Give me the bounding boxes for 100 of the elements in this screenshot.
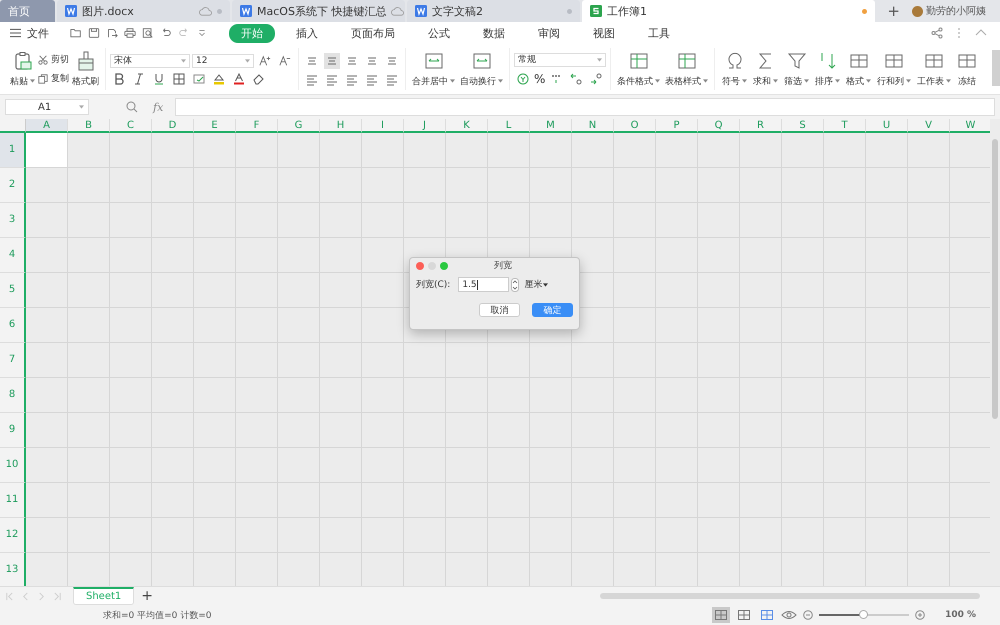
- column-header[interactable]: W: [950, 119, 990, 133]
- ribbon-tab[interactable]: 开始: [229, 24, 275, 42]
- ribbon-button[interactable]: 合并居中: [410, 50, 457, 88]
- folder-icon[interactable]: [70, 27, 82, 39]
- document-tab[interactable]: 文字文稿2: [407, 0, 580, 22]
- print-icon[interactable]: [124, 27, 136, 39]
- document-tab[interactable]: 图片.docx: [57, 0, 230, 22]
- zoom-icon[interactable]: [126, 101, 138, 113]
- ribbon-tab[interactable]: 视图: [581, 24, 627, 42]
- align-icon[interactable]: [324, 52, 340, 68]
- column-header[interactable]: M: [530, 119, 572, 133]
- function-button[interactable]: fx: [153, 100, 164, 114]
- format-painter-button[interactable]: 格式刷: [70, 50, 101, 88]
- column-header[interactable]: Q: [698, 119, 740, 133]
- ribbon-tab[interactable]: 数据: [471, 24, 517, 42]
- column-header[interactable]: C: [110, 119, 152, 133]
- increase-decimal-icon[interactable]: [570, 72, 582, 84]
- bold-icon[interactable]: [113, 72, 125, 84]
- vertical-scrollbar[interactable]: [992, 139, 998, 419]
- ribbon-button[interactable]: 工作表: [914, 50, 954, 88]
- paste-button[interactable]: 粘贴: [8, 50, 37, 88]
- document-tab[interactable]: 工作簿1: [582, 0, 876, 22]
- select-all-corner[interactable]: [0, 119, 26, 133]
- column-header[interactable]: H: [320, 119, 362, 133]
- align-icon[interactable]: [326, 74, 338, 86]
- row-header[interactable]: 6: [0, 308, 26, 343]
- sheet-tab[interactable]: Sheet1: [73, 587, 134, 605]
- column-header[interactable]: K: [446, 119, 488, 133]
- currency-icon[interactable]: [517, 72, 529, 84]
- decrease-font-icon[interactable]: [279, 54, 291, 66]
- ribbon-tab[interactable]: 公式: [416, 24, 462, 42]
- zoom-out-icon[interactable]: [803, 610, 814, 620]
- align-icon[interactable]: [306, 74, 318, 86]
- column-header[interactable]: E: [194, 119, 236, 133]
- document-tab[interactable]: MacOS系统下 快捷键汇总: [232, 0, 405, 22]
- row-header[interactable]: 11: [0, 483, 26, 518]
- row-header[interactable]: 1: [0, 133, 26, 168]
- copy-button[interactable]: 复制: [38, 72, 69, 85]
- ribbon-button[interactable]: 表格样式: [663, 50, 710, 88]
- row-header[interactable]: 10: [0, 448, 26, 483]
- align-icon[interactable]: [386, 54, 398, 66]
- number-format-field[interactable]: 常规: [514, 52, 606, 66]
- decrease-decimal-icon[interactable]: [590, 72, 602, 84]
- width-input-field[interactable]: 1.5: [458, 277, 510, 292]
- print-preview-icon[interactable]: [142, 27, 154, 39]
- document-tab[interactable]: 首页: [0, 0, 55, 22]
- column-header[interactable]: B: [68, 119, 110, 133]
- stepper-icon[interactable]: [511, 278, 520, 292]
- name-box[interactable]: A1: [5, 99, 89, 115]
- new-tab-button[interactable]: +: [877, 2, 910, 20]
- eye-icon[interactable]: [781, 610, 798, 620]
- cut-button[interactable]: 剪切: [38, 53, 69, 66]
- view-mode-button[interactable]: [712, 607, 730, 623]
- ribbon-button[interactable]: 行和列: [874, 50, 914, 88]
- slider-thumb[interactable]: [859, 610, 868, 619]
- formula-input[interactable]: [175, 98, 995, 116]
- percent-button[interactable]: %: [534, 72, 546, 86]
- zoom-in-icon[interactable]: [915, 610, 926, 620]
- column-header[interactable]: R: [740, 119, 782, 133]
- column-header[interactable]: D: [152, 119, 194, 133]
- fill-color-icon[interactable]: [213, 72, 225, 84]
- column-header[interactable]: J: [404, 119, 446, 133]
- row-header[interactable]: 9: [0, 413, 26, 448]
- horizontal-scrollbar[interactable]: [600, 593, 980, 599]
- align-icon[interactable]: [306, 54, 318, 66]
- eraser-icon[interactable]: [253, 72, 265, 84]
- font-family-field[interactable]: 宋体: [110, 54, 190, 68]
- italic-icon[interactable]: [133, 72, 145, 84]
- align-icon[interactable]: [346, 74, 358, 86]
- ribbon-button[interactable]: 求和: [750, 50, 781, 88]
- add-sheet-button[interactable]: +: [141, 588, 154, 604]
- ribbon-button[interactable]: 排序: [812, 50, 843, 88]
- ribbon-button[interactable]: 格式: [843, 50, 874, 88]
- file-menu[interactable]: 文件: [27, 26, 49, 40]
- font-color-icon[interactable]: [233, 72, 245, 84]
- column-header[interactable]: P: [656, 119, 698, 133]
- column-header[interactable]: G: [278, 119, 320, 133]
- increase-font-icon[interactable]: [259, 54, 271, 66]
- row-header[interactable]: 7: [0, 343, 26, 378]
- column-header[interactable]: L: [488, 119, 530, 133]
- column-header[interactable]: V: [908, 119, 950, 133]
- close-button[interactable]: [416, 262, 424, 270]
- align-icon[interactable]: [366, 74, 378, 86]
- column-header[interactable]: U: [866, 119, 908, 133]
- column-header[interactable]: T: [824, 119, 866, 133]
- dropdown-icon[interactable]: [196, 27, 208, 39]
- align-icon[interactable]: [386, 74, 398, 86]
- thousands-icon[interactable]: [550, 72, 562, 84]
- row-header[interactable]: 13: [0, 553, 26, 586]
- row-header[interactable]: 5: [0, 273, 26, 308]
- unit-dropdown[interactable]: 厘米: [524, 278, 548, 291]
- row-header[interactable]: 3: [0, 203, 26, 238]
- column-header[interactable]: O: [614, 119, 656, 133]
- ribbon-tab[interactable]: 工具: [636, 24, 682, 42]
- ribbon-button[interactable]: 自动换行: [458, 50, 505, 88]
- align-icon[interactable]: [366, 54, 378, 66]
- ribbon-tab[interactable]: 审阅: [526, 24, 572, 42]
- selected-cell[interactable]: [26, 133, 67, 167]
- column-header[interactable]: I: [362, 119, 404, 133]
- ribbon-button[interactable]: 条件格式: [615, 50, 662, 88]
